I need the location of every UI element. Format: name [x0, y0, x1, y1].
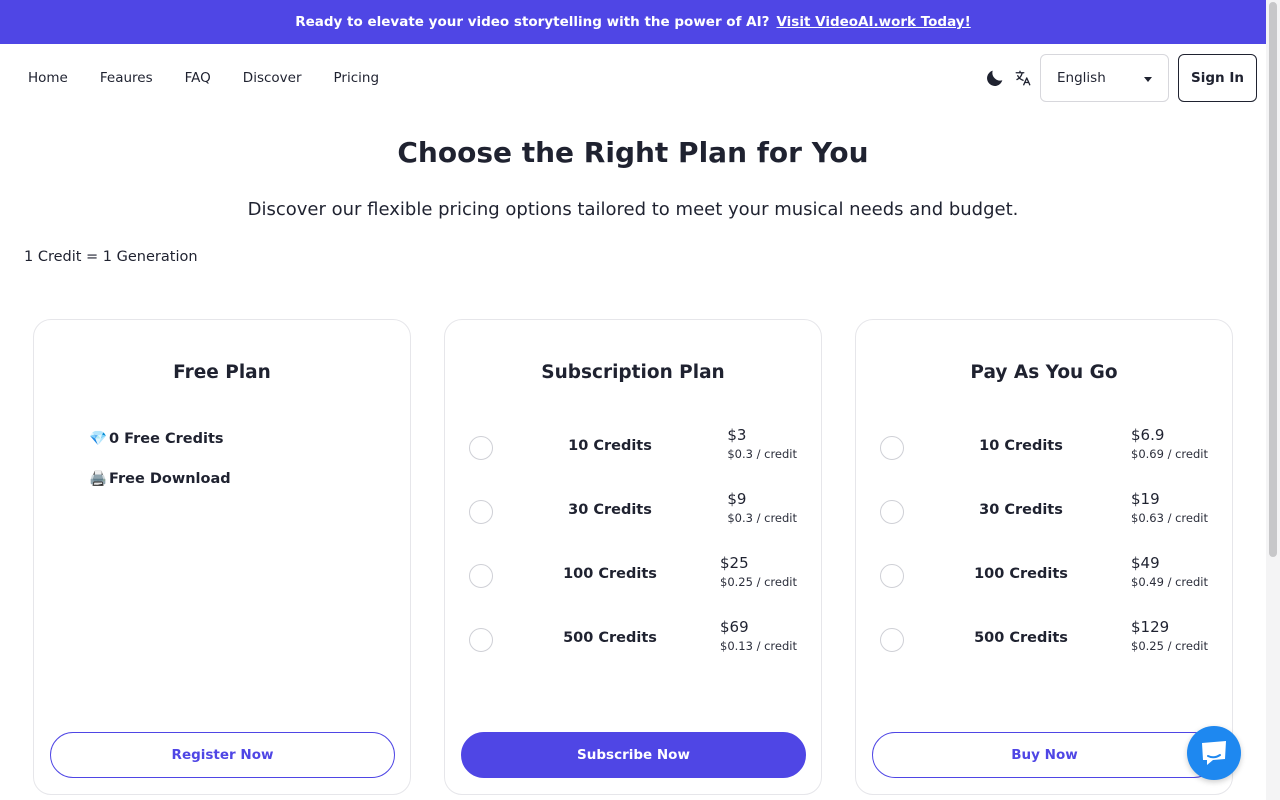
free-plan-card: Free Plan 💎 0 Free Credits 🖨️ Free Downloa… [33, 319, 411, 795]
credits-label: 100 Credits [974, 566, 1068, 582]
card-title: Pay As You Go [970, 362, 1118, 383]
plan-option[interactable]: 10 Credits $6.9 $0.69 / credit [856, 420, 1232, 470]
feature-text: 0 Free Credits [109, 431, 224, 447]
plan-option[interactable]: 100 Credits $25 $0.25 / credit [445, 548, 821, 598]
plan-option[interactable]: 100 Credits $49 $0.49 / credit [856, 548, 1232, 598]
unit-price: $0.49 / credit [1131, 575, 1208, 589]
unit-price: $0.25 / credit [1131, 639, 1208, 653]
banner-text: Ready to elevate your video storytelling… [295, 14, 770, 30]
radio-button[interactable] [469, 436, 493, 460]
unit-price: $0.63 / credit [1131, 511, 1208, 525]
unit-price: $0.69 / credit [1131, 447, 1208, 461]
price-block: $9 $0.3 / credit [727, 490, 797, 525]
radio-button[interactable] [469, 628, 493, 652]
scrollbar-thumb[interactable] [1269, 2, 1277, 557]
diamond-icon: 💎 [89, 431, 108, 447]
credits-label: 10 Credits [979, 438, 1063, 454]
pay-as-you-go-card: Pay As You Go 10 Credits $6.9 $0.69 / cr… [855, 319, 1233, 795]
nav-link-faq[interactable]: FAQ [185, 70, 211, 86]
language-select[interactable]: English [1040, 54, 1169, 102]
credits-label: 100 Credits [563, 566, 657, 582]
printer-icon: 🖨️ [89, 471, 108, 487]
chat-icon[interactable] [1187, 726, 1241, 780]
nav-link-discover[interactable]: Discover [243, 70, 302, 86]
price: $25 [720, 554, 749, 572]
subscription-plan-card: Subscription Plan 10 Credits $3 $0.3 / c… [444, 319, 822, 795]
register-now-button[interactable]: Register Now [50, 732, 395, 778]
price-block: $19 $0.63 / credit [1131, 490, 1208, 525]
radio-button[interactable] [469, 564, 493, 588]
nav-link-pricing[interactable]: Pricing [334, 70, 380, 86]
price-block: $3 $0.3 / credit [727, 426, 797, 461]
radio-button[interactable] [880, 436, 904, 460]
unit-price: $0.3 / credit [727, 447, 797, 461]
card-title: Free Plan [173, 362, 271, 383]
credits-label: 30 Credits [568, 502, 652, 518]
page-subtitle: Discover our flexible pricing options ta… [247, 199, 1019, 220]
price: $19 [1131, 490, 1160, 508]
plan-option[interactable]: 500 Credits $129 $0.25 / credit [856, 612, 1232, 662]
credits-label: 500 Credits [563, 630, 657, 646]
promo-banner: Ready to elevate your video storytelling… [0, 0, 1266, 44]
price: $6.9 [1131, 426, 1165, 444]
nav-actions: English Sign In [984, 54, 1257, 102]
price: $69 [720, 618, 749, 636]
price: $3 [727, 426, 747, 444]
price-block: $129 $0.25 / credit [1131, 618, 1208, 653]
unit-price: $0.3 / credit [727, 511, 797, 525]
credits-label: 10 Credits [568, 438, 652, 454]
language-value: English [1057, 70, 1106, 86]
radio-button[interactable] [880, 564, 904, 588]
page-title: Choose the Right Plan for You [397, 136, 869, 169]
nav-link-features[interactable]: Feaures [100, 70, 153, 86]
plan-option[interactable]: 30 Credits $9 $0.3 / credit [445, 484, 821, 534]
price: $49 [1131, 554, 1160, 572]
credits-label: 30 Credits [979, 502, 1063, 518]
plan-option[interactable]: 10 Credits $3 $0.3 / credit [445, 420, 821, 470]
buy-now-button[interactable]: Buy Now [872, 732, 1217, 778]
credits-label: 500 Credits [974, 630, 1068, 646]
plan-option[interactable]: 500 Credits $69 $0.13 / credit [445, 612, 821, 662]
card-title: Subscription Plan [541, 362, 725, 383]
price-block: $6.9 $0.69 / credit [1131, 426, 1208, 461]
price: $129 [1131, 618, 1170, 636]
price-block: $49 $0.49 / credit [1131, 554, 1208, 589]
nav-link-home[interactable]: Home [28, 70, 68, 86]
moon-icon[interactable] [984, 67, 1006, 89]
radio-button[interactable] [469, 500, 493, 524]
radio-button[interactable] [880, 628, 904, 652]
price-block: $25 $0.25 / credit [720, 554, 797, 589]
banner-link[interactable]: Visit VideoAI.work Today! [776, 14, 970, 30]
price-block: $69 $0.13 / credit [720, 618, 797, 653]
translate-icon[interactable] [1014, 69, 1032, 87]
page-scrollbar[interactable] [1266, 0, 1280, 800]
nav-links: Home Feaures FAQ Discover Pricing [28, 70, 411, 86]
sign-in-button[interactable]: Sign In [1178, 54, 1257, 102]
unit-price: $0.25 / credit [720, 575, 797, 589]
radio-button[interactable] [880, 500, 904, 524]
plan-option[interactable]: 30 Credits $19 $0.63 / credit [856, 484, 1232, 534]
credit-note: 1 Credit = 1 Generation [24, 249, 198, 265]
price: $9 [727, 490, 747, 508]
feature-item: 🖨️ Free Download [89, 470, 231, 487]
chevron-down-icon [1144, 77, 1152, 82]
unit-price: $0.13 / credit [720, 639, 797, 653]
feature-text: Free Download [109, 471, 231, 487]
top-nav: Home Feaures FAQ Discover Pricing Englis… [0, 44, 1266, 112]
subscribe-now-button[interactable]: Subscribe Now [461, 732, 806, 778]
feature-item: 💎 0 Free Credits [89, 430, 224, 447]
